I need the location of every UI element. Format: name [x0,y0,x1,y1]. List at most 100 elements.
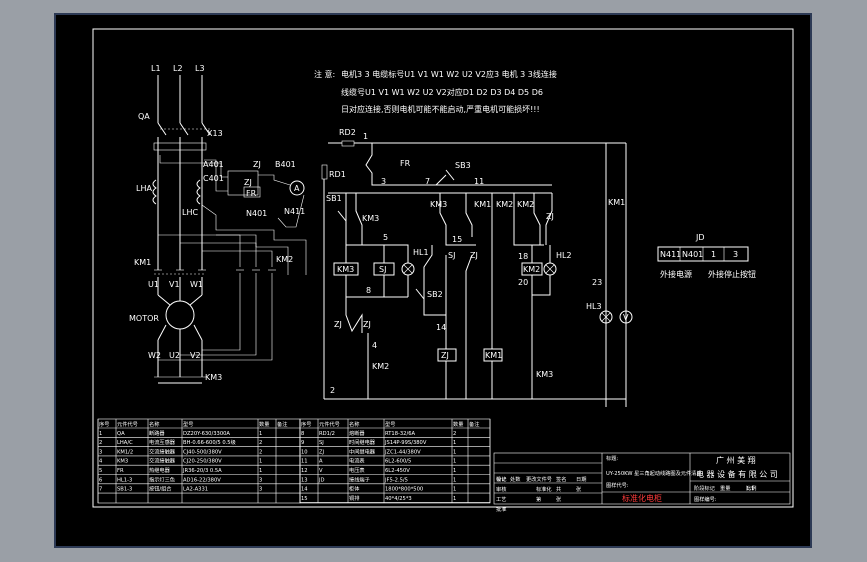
bom-cell: 柜体 [349,485,360,493]
km3-label-holding: KM3 [362,214,379,223]
title-block: 标题: UY-250KW 星三角起动线路图及元件清单 广 州 美 翔 电 器 设… [493,452,791,513]
zj-label-middle: ZJ [470,251,478,260]
node-14-label: 14 [436,323,446,332]
note-line-1: 电机3 3 电缆标号U1 V1 W1 W2 U2 V2应3 电机 3 3线连接 [341,69,557,79]
bom-cell: SB1-3 [117,487,132,493]
approval-role-cell: 批准 [496,505,506,513]
jd-label: JD [695,233,705,242]
node-7-label: 7 [425,177,430,186]
sb1-label: SB1 [326,194,342,203]
bom-cell: 1 [453,468,456,474]
node-15-label: 15 [452,235,462,244]
node-8-label: 8 [366,286,371,295]
node-5-label: 5 [383,233,388,242]
ammeter-label: A [294,184,300,193]
bom-cell: ZJ [319,449,325,455]
bom-cell: JZC1-44/380V [384,449,421,455]
km2-label-right: KM2 [496,200,513,209]
km2-label-interlock: KM2 [372,362,389,371]
bom-cell: 2 [453,431,456,437]
bom-cell: AD16-22/380V [183,477,221,483]
revision-header-cell: 更改文件号 [526,475,552,483]
bom-cell: 14 [301,487,308,493]
approval-role-cell: 设计 [496,475,506,483]
bom-header-cell: 序号 [99,420,109,428]
km1-label-middle: KM1 [474,200,491,209]
zj-label-control: ZJ [334,320,342,329]
hl2-label: HL2 [556,251,572,260]
fuse-rd2 [341,140,355,147]
bom-header-cell: 元件代号 [319,420,340,428]
bom-cell: 1 [453,496,456,502]
bom-cell: 5 [99,468,102,474]
bom-cell: 13 [301,477,308,483]
bom-cell: 电流表 [349,457,365,465]
bom-cell: BH-0.66-600/5 0.5级 [183,438,236,446]
bom-cell: 接线端子 [349,475,370,483]
fr-label-main: FR [246,189,257,198]
approval-role-cell: 标准化 [536,485,552,493]
n411-label: N411 [284,207,305,216]
rd2-label: RD2 [339,128,356,137]
node-23-label: 23 [592,278,602,287]
bom-cell: LHA/C [117,440,133,446]
bom-left-table: 序号 元件代号 名称 型号 数量 备注 1 QA 断路器 DZ20Y-630/3300A 1 2 LHA… [97,419,301,503]
bom-cell: 12 [301,468,308,474]
bom-cell: KM3 [117,459,128,465]
bom-cell: CJ20-250/380V [183,459,222,465]
bom-cell: 11 [301,459,308,465]
approval-role-cell: 工艺 [496,496,506,503]
bom-cell: 2 [99,440,102,446]
km2-label-main: KM2 [276,255,293,264]
bom-cell: 指示灯三色 [149,475,175,483]
title-label: 标题: [606,454,618,462]
bom-cell: QA [117,431,125,437]
bom-cell: 1 [453,487,456,493]
jd-terminal-n401: N401 [682,250,703,259]
qa-label: QA [138,112,150,121]
v1-label: V1 [169,280,180,289]
bom-cell: 交流接触器 [149,447,176,455]
lha-label: LHA [136,184,152,193]
bom-cell: 1 [453,459,456,465]
bom-cell: 热继电器 [149,466,171,474]
bom-cell: RT18-32/6A [385,431,416,437]
cad-viewport[interactable]: L1 L2 L3 QA X13 LHA LHC A401 C401 ZJ B40… [54,13,812,548]
a401-label: A401 [203,160,224,169]
sj-coil-label: SJ [379,265,386,274]
note-line-2: 线缆号U1 V1 W1 W2 U2 V2对应D1 D2 D3 D4 D5 D6 [341,87,543,97]
bom-cell: 熔断器 [349,429,365,437]
bom-header-cell: 备注 [469,420,479,428]
km3-label-right: KM3 [536,370,553,379]
km3-coil-label: KM3 [337,265,354,274]
bom-cell: V [319,468,323,474]
bom-cell: 3 [99,449,102,455]
km2-coil-label: KM2 [523,265,540,274]
zj-label-main: ZJ [253,160,261,169]
bom-header-cell: 名称 [349,420,359,428]
zj-label-main-2: ZJ [244,178,252,187]
bom-header-cell: 名称 [149,420,159,428]
phase-l1-label: L1 [151,64,161,73]
zj-coil-label: ZJ [441,351,449,360]
lhc-label: LHC [182,208,198,217]
bom-cell: 3 [259,487,262,493]
sj-label-middle: SJ [448,251,455,260]
bom-cell: 9 [301,440,304,446]
bom-cell: 1 [453,449,456,455]
jd-caption-stop: 外接停止按钮 [708,269,756,279]
approval-role-cell: 审核 [496,485,506,493]
bom-cell: HL1-3 [117,477,132,483]
fr-label-control: FR [400,159,411,168]
note-title: 注 意: [314,69,335,79]
jd-caption-power: 外接电源 [660,269,692,279]
fuse-rd1 [321,164,328,180]
bom-cell: 2 [259,449,262,455]
bom-cell: DZ20Y-630/3300A [183,431,230,437]
v2-label: V2 [190,351,201,360]
bom-cell: 1 [453,440,456,446]
approval-role-cell: 张 [576,485,582,493]
bom-cell: LA2-A331 [183,487,208,493]
bom-header-cell: 元件代号 [117,420,138,428]
bom-cell: 交流接触器 [149,457,176,465]
